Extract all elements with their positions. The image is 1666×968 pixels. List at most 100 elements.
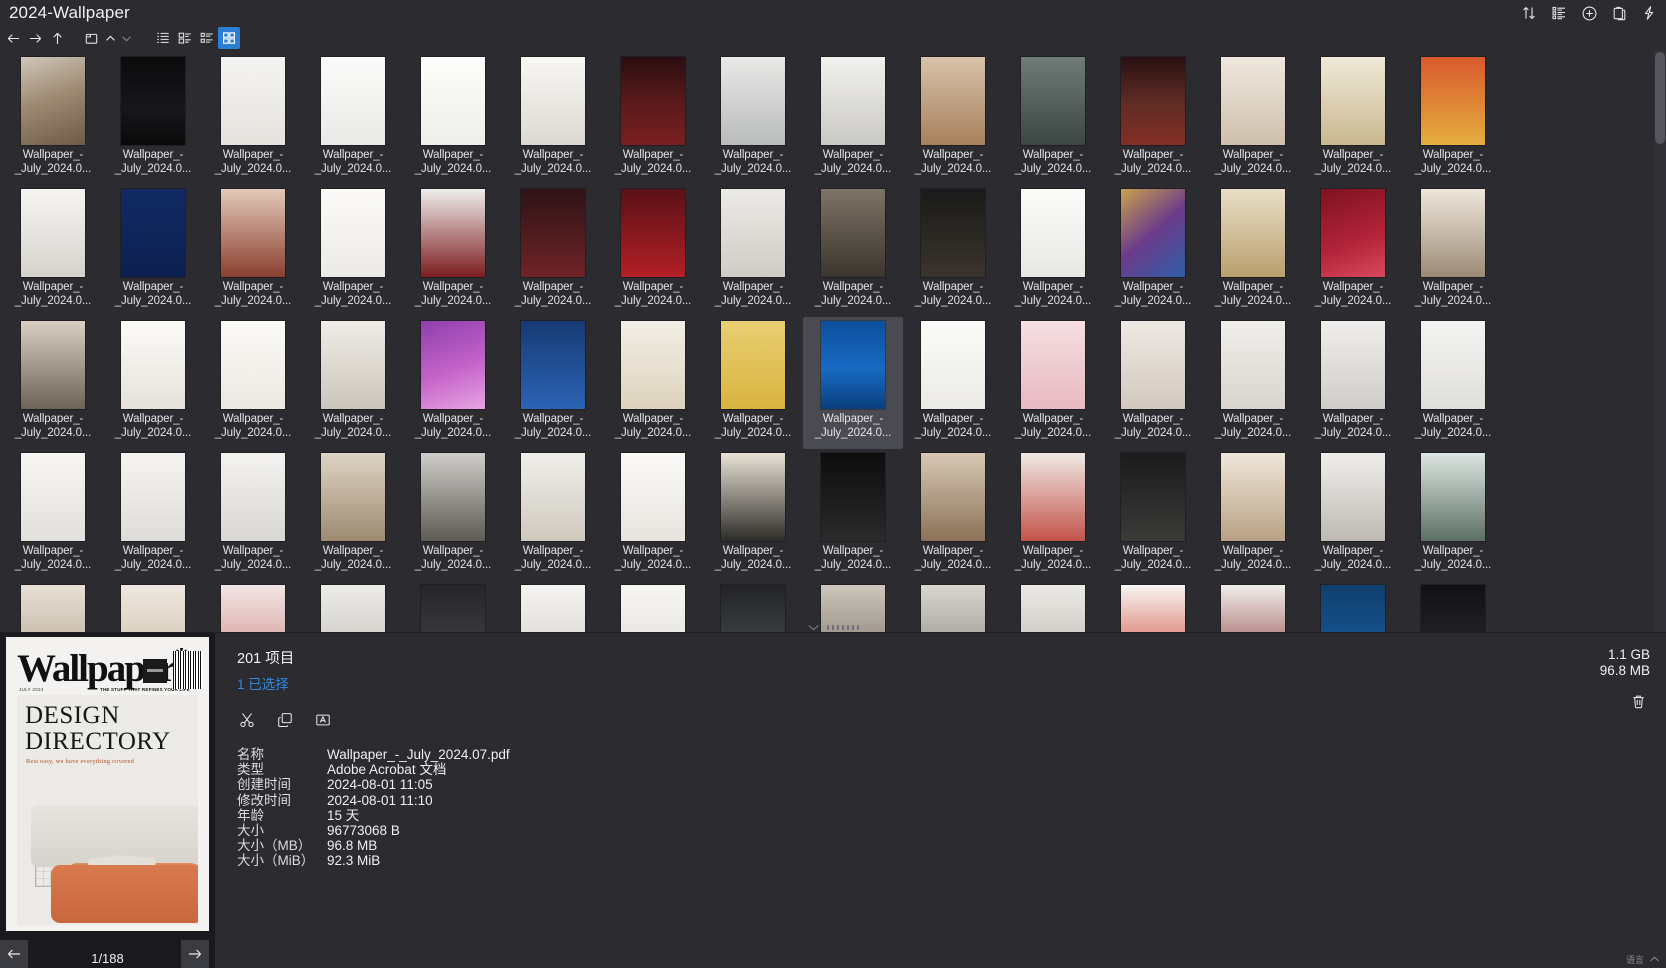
- vertical-scrollbar[interactable]: [1654, 50, 1666, 632]
- file-label: Wallpaper_- _July_2024.0...: [1314, 149, 1392, 175]
- file-item[interactable]: Wallpaper_- _July_2024.0...: [903, 185, 1003, 317]
- file-item[interactable]: Wallpaper_- _July_2024.0...: [803, 449, 903, 581]
- panel-collapse-handle[interactable]: [0, 621, 1666, 633]
- file-item[interactable]: Wallpaper_- _July_2024.0...: [303, 53, 403, 185]
- file-item[interactable]: Wallpaper_- _July_2024.0...: [1003, 185, 1103, 317]
- file-item[interactable]: Wallpaper_- _July_2024.0...: [1403, 317, 1503, 449]
- file-thumbnail: [1021, 453, 1085, 541]
- file-metadata-table: 名称 Wallpaper_-_July_2024.07.pdf 类型 Adobe Ac…: [237, 747, 1666, 869]
- file-item[interactable]: Wallpaper_- _July_2024.0...: [1303, 449, 1403, 581]
- delete-icon[interactable]: [1626, 689, 1650, 713]
- file-item[interactable]: Wallpaper_- _July_2024.0...: [3, 449, 103, 581]
- file-item[interactable]: Wallpaper_- _July_2024.0...: [103, 449, 203, 581]
- file-item[interactable]: Wallpaper_- _July_2024.0...: [703, 185, 803, 317]
- file-item[interactable]: Wallpaper_- _July_2024.0...: [903, 53, 1003, 185]
- file-item[interactable]: Wallpaper_- _July_2024.0...: [403, 449, 503, 581]
- view-icons[interactable]: [218, 27, 240, 49]
- file-item[interactable]: Wallpaper_- _July_2024.0...: [1103, 317, 1203, 449]
- back-icon[interactable]: [2, 27, 24, 49]
- file-item[interactable]: Wallpaper_- _July_2024.0...: [203, 449, 303, 581]
- file-label: Wallpaper_- _July_2024.0...: [814, 545, 892, 571]
- file-item[interactable]: Wallpaper_- _July_2024.0...: [803, 185, 903, 317]
- file-item[interactable]: Wallpaper_- _July_2024.0...: [303, 317, 403, 449]
- file-item[interactable]: Wallpaper_- _July_2024.0...: [1103, 53, 1203, 185]
- file-item[interactable]: Wallpaper_- _July_2024.0...: [3, 185, 103, 317]
- file-item[interactable]: Wallpaper_- _July_2024.0...: [503, 185, 603, 317]
- file-item[interactable]: Wallpaper_- _July_2024.0...: [1403, 449, 1503, 581]
- file-item[interactable]: Wallpaper_- _July_2024.0...: [1103, 449, 1203, 581]
- new-folder-icon[interactable]: [80, 27, 102, 49]
- copy-icon[interactable]: [271, 707, 299, 733]
- file-item[interactable]: Wallpaper_- _July_2024.0...: [403, 317, 503, 449]
- file-item[interactable]: Wallpaper_- _July_2024.0...: [703, 449, 803, 581]
- chevron-down-icon[interactable]: [118, 27, 134, 49]
- file-item[interactable]: Wallpaper_- _July_2024.0...: [103, 185, 203, 317]
- file-item[interactable]: Wallpaper_- _July_2024.0...: [1003, 449, 1103, 581]
- file-item[interactable]: Wallpaper_- _July_2024.0...: [1303, 185, 1403, 317]
- file-item[interactable]: Wallpaper_- _July_2024.0...: [503, 449, 603, 581]
- file-item[interactable]: Wallpaper_- _July_2024.0...: [703, 53, 803, 185]
- file-item[interactable]: Wallpaper_- _July_2024.0...: [1303, 317, 1403, 449]
- file-thumbnail: [321, 189, 385, 277]
- file-item[interactable]: Wallpaper_- _July_2024.0...: [403, 53, 503, 185]
- file-item[interactable]: Wallpaper_- _July_2024.0...: [1003, 53, 1103, 185]
- file-item[interactable]: Wallpaper_- _July_2024.0...: [703, 317, 803, 449]
- file-item[interactable]: Wallpaper_- _July_2024.0...: [903, 317, 1003, 449]
- file-item[interactable]: Wallpaper_- _July_2024.0...: [603, 449, 703, 581]
- file-item[interactable]: Wallpaper_- _July_2024.0...: [403, 185, 503, 317]
- file-label: Wallpaper_- _July_2024.0...: [114, 545, 192, 571]
- grip-dots: [827, 624, 859, 630]
- file-label: Wallpaper_- _July_2024.0...: [1414, 149, 1492, 175]
- cut-icon[interactable]: [233, 707, 261, 733]
- file-item[interactable]: Wallpaper_- _July_2024.0...: [603, 53, 703, 185]
- file-item[interactable]: Wallpaper_- _July_2024.0...: [203, 185, 303, 317]
- list-details-icon[interactable]: [1544, 0, 1574, 26]
- forward-icon[interactable]: [24, 27, 46, 49]
- file-label: Wallpaper_- _July_2024.0...: [1114, 545, 1192, 571]
- clipboard-icon[interactable]: [1604, 0, 1634, 26]
- file-item[interactable]: Wallpaper_- _July_2024.0...: [3, 53, 103, 185]
- rename-icon[interactable]: [309, 707, 337, 733]
- file-item[interactable]: Wallpaper_- _July_2024.0...: [1403, 185, 1503, 317]
- file-item[interactable]: Wallpaper_- _July_2024.0...: [803, 53, 903, 185]
- scrollbar-thumb[interactable]: [1655, 52, 1665, 144]
- lightning-icon[interactable]: [1634, 0, 1664, 26]
- file-item[interactable]: Wallpaper_- _July_2024.0...: [203, 317, 303, 449]
- file-item[interactable]: Wallpaper_- _July_2024.0...: [1203, 449, 1303, 581]
- file-thumbnail: [621, 321, 685, 409]
- file-item[interactable]: Wallpaper_- _July_2024.0...: [1203, 53, 1303, 185]
- file-item[interactable]: Wallpaper_- _July_2024.0...: [603, 185, 703, 317]
- file-item[interactable]: Wallpaper_- _July_2024.0...: [803, 317, 903, 449]
- view-details[interactable]: [174, 27, 196, 49]
- file-thumbnail: [921, 453, 985, 541]
- file-item[interactable]: Wallpaper_- _July_2024.0...: [1403, 53, 1503, 185]
- chevron-up-icon[interactable]: [1649, 955, 1660, 964]
- file-item[interactable]: Wallpaper_- _July_2024.0...: [903, 449, 1003, 581]
- view-list[interactable]: [152, 27, 174, 49]
- file-item[interactable]: Wallpaper_- _July_2024.0...: [503, 317, 603, 449]
- sort-icon[interactable]: [1514, 0, 1544, 26]
- chevron-up-icon[interactable]: [102, 27, 118, 49]
- file-thumbnail: [1221, 321, 1285, 409]
- view-tiles[interactable]: [196, 27, 218, 49]
- file-item[interactable]: Wallpaper_- _July_2024.0...: [1003, 317, 1103, 449]
- chevron-down-icon: [808, 624, 819, 630]
- file-item[interactable]: Wallpaper_- _July_2024.0...: [1103, 185, 1203, 317]
- selected-count[interactable]: 1 已选择: [237, 673, 1666, 693]
- file-item[interactable]: Wallpaper_- _July_2024.0...: [203, 53, 303, 185]
- file-preview-pane[interactable]: Wallpaper* JULY 2024 THE STUFF THAT REFI…: [0, 633, 215, 968]
- file-item[interactable]: Wallpaper_- _July_2024.0...: [103, 53, 203, 185]
- file-item[interactable]: Wallpaper_- _July_2024.0...: [303, 449, 403, 581]
- metadata-row: 大小 96773068 B: [237, 823, 1666, 838]
- file-item[interactable]: Wallpaper_- _July_2024.0...: [603, 317, 703, 449]
- plus-circle-icon[interactable]: [1574, 0, 1604, 26]
- file-item[interactable]: Wallpaper_- _July_2024.0...: [1203, 317, 1303, 449]
- file-item[interactable]: Wallpaper_- _July_2024.0...: [1303, 53, 1403, 185]
- file-item[interactable]: Wallpaper_- _July_2024.0...: [103, 317, 203, 449]
- file-label: Wallpaper_- _July_2024.0...: [214, 149, 292, 175]
- file-item[interactable]: Wallpaper_- _July_2024.0...: [1203, 185, 1303, 317]
- file-item[interactable]: Wallpaper_- _July_2024.0...: [503, 53, 603, 185]
- file-item[interactable]: Wallpaper_- _July_2024.0...: [3, 317, 103, 449]
- file-item[interactable]: Wallpaper_- _July_2024.0...: [303, 185, 403, 317]
- up-icon[interactable]: [46, 27, 68, 49]
